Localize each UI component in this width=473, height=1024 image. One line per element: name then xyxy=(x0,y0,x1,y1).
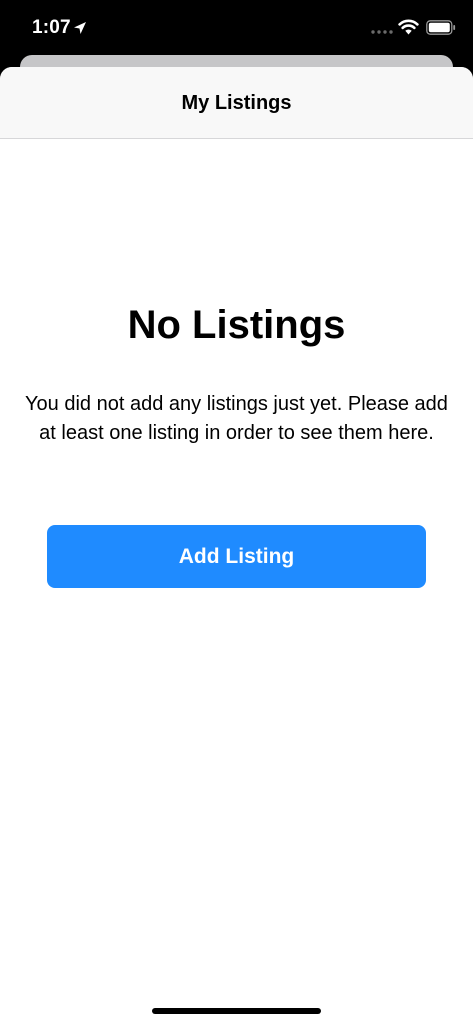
battery-icon xyxy=(426,20,456,35)
status-time: 1:07 xyxy=(32,17,71,38)
add-listing-button[interactable]: Add Listing xyxy=(47,525,426,588)
location-arrow-icon xyxy=(74,22,86,34)
navigation-bar: My Listings xyxy=(0,67,473,139)
app-screen: 1:07 My Listings No Listings You did not… xyxy=(0,0,473,1024)
modal-sheet: My Listings No Listings You did not add … xyxy=(0,67,473,1024)
wifi-icon xyxy=(398,19,419,35)
cellular-signal-icon xyxy=(371,30,393,34)
empty-state-message: You did not add any listings just yet. P… xyxy=(25,393,448,444)
page-title: My Listings xyxy=(181,92,292,114)
status-bar: 1:07 xyxy=(0,0,473,56)
empty-state-title: No Listings xyxy=(127,303,346,347)
home-indicator[interactable] xyxy=(152,1008,321,1014)
